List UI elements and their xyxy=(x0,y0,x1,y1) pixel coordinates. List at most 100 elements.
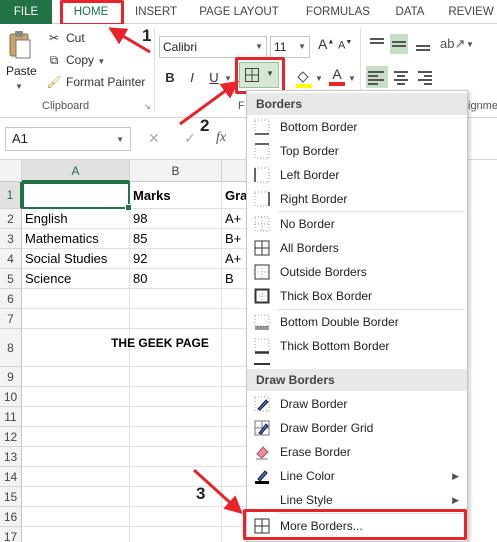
cell-b1[interactable]: Marks xyxy=(130,182,222,209)
grid-cell[interactable] xyxy=(22,309,130,329)
cut-button[interactable]: ✂ Cut xyxy=(46,28,85,48)
row-header[interactable]: 17 xyxy=(0,527,22,542)
format-painter-button[interactable]: 🖌 Format Painter xyxy=(46,72,145,92)
row-header[interactable]: 6 xyxy=(0,289,22,309)
grid-cell[interactable] xyxy=(130,527,222,542)
align-center-icon[interactable] xyxy=(392,70,410,86)
font-color-dropdown-icon[interactable]: ▼ xyxy=(348,74,356,83)
grid-cell[interactable] xyxy=(22,289,130,309)
row-header[interactable]: 9 xyxy=(0,367,22,387)
row-header[interactable]: 10 xyxy=(0,387,22,407)
row-header[interactable]: 15 xyxy=(0,487,22,507)
select-all-corner[interactable] xyxy=(0,160,22,182)
grid-cell[interactable] xyxy=(22,367,130,387)
grid-cell[interactable] xyxy=(130,289,222,309)
grid-cell[interactable] xyxy=(22,467,130,487)
cell-b4[interactable]: 92 xyxy=(130,249,222,269)
cancel-icon[interactable]: ✕ xyxy=(148,130,160,147)
row-header[interactable]: 5 xyxy=(0,269,22,289)
insert-function-icon[interactable]: fx xyxy=(216,130,226,146)
row-header[interactable]: 16 xyxy=(0,507,22,527)
grid-cell[interactable] xyxy=(22,387,130,407)
copy-dropdown-icon[interactable]: ▼ xyxy=(97,57,105,66)
menu-item-thick-bottom-border[interactable]: Thick Bottom Border xyxy=(247,334,467,358)
copy-button[interactable]: ⧉ Copy ▼ xyxy=(46,50,106,70)
grid-cell[interactable] xyxy=(130,407,222,427)
align-middle-icon[interactable] xyxy=(390,34,408,54)
align-left-icon[interactable] xyxy=(366,66,388,88)
grid-cell[interactable] xyxy=(130,427,222,447)
cell-a5[interactable]: Science xyxy=(22,269,130,289)
italic-button[interactable]: I xyxy=(182,68,202,88)
grid-cell[interactable] xyxy=(22,507,130,527)
font-name-box[interactable]: Calibri ▼ xyxy=(159,36,267,58)
menu-item-top-border[interactable]: Top Border xyxy=(247,139,467,163)
grid-cell[interactable] xyxy=(130,387,222,407)
row-header[interactable]: 12 xyxy=(0,427,22,447)
underline-button[interactable]: U xyxy=(204,68,224,88)
tab-file[interactable]: FILE xyxy=(0,0,52,24)
paste-icon[interactable] xyxy=(8,30,32,60)
grid-cell[interactable] xyxy=(130,309,222,329)
tab-review[interactable]: REVIEW xyxy=(446,0,496,24)
grid-cell[interactable] xyxy=(130,367,222,387)
align-top-icon[interactable] xyxy=(368,36,386,52)
orientation-icon[interactable]: ab↗ xyxy=(440,36,465,52)
font-color-icon[interactable]: A xyxy=(328,66,346,88)
grid-cell[interactable] xyxy=(22,487,130,507)
cell-b2[interactable]: 98 xyxy=(130,209,222,229)
menu-item-outside-borders[interactable]: Outside Borders xyxy=(247,260,467,284)
grid-cell[interactable] xyxy=(22,447,130,467)
active-cell-a1[interactable] xyxy=(22,182,132,211)
row-header[interactable]: 7 xyxy=(0,309,22,329)
menu-item-bottom-double-border[interactable]: Bottom Double Border xyxy=(247,310,467,334)
cell-b5[interactable]: 80 xyxy=(130,269,222,289)
grid-cell[interactable] xyxy=(22,407,130,427)
column-header-b[interactable]: B xyxy=(130,160,222,182)
menu-item-all-borders[interactable]: All Borders xyxy=(247,236,467,260)
cell-a4[interactable]: Social Studies xyxy=(22,249,130,269)
underline-dropdown-icon[interactable]: ▼ xyxy=(224,74,232,83)
cell-a2[interactable]: English xyxy=(22,209,130,229)
dialog-launcher-icon[interactable]: ↘ xyxy=(144,102,151,111)
menu-item-thick-box-border[interactable]: Thick Box Border xyxy=(247,284,467,308)
row-header[interactable]: 1 xyxy=(0,182,22,209)
paste-dropdown-icon[interactable]: ▼ xyxy=(15,82,23,91)
font-size-box[interactable]: 11 ▼ xyxy=(270,36,310,58)
enter-icon[interactable]: ✓ xyxy=(184,130,196,147)
fill-color-icon[interactable] xyxy=(294,68,314,88)
row-header[interactable]: 3 xyxy=(0,229,22,249)
merged-title-cell[interactable]: THE GEEK PAGE xyxy=(100,336,220,350)
tab-data[interactable]: DATA xyxy=(388,0,432,24)
tab-formulas[interactable]: FORMULAS xyxy=(300,0,376,24)
cell-b3[interactable]: 85 xyxy=(130,229,222,249)
grid-cell[interactable] xyxy=(130,447,222,467)
menu-item-erase-border[interactable]: Erase Border xyxy=(247,440,467,464)
menu-item-left-border[interactable]: Left Border xyxy=(247,163,467,187)
tab-insert[interactable]: INSERT xyxy=(130,0,182,24)
row-header[interactable]: 8 xyxy=(0,329,22,367)
name-box[interactable]: A1 ▼ xyxy=(5,127,131,151)
grid-cell[interactable] xyxy=(22,427,130,447)
menu-item-right-border[interactable]: Right Border xyxy=(247,187,467,211)
menu-item-line-color[interactable]: Line Color ▶ xyxy=(247,464,467,488)
increase-font-icon[interactable]: A▲ xyxy=(318,36,334,52)
row-header[interactable]: 11 xyxy=(0,407,22,427)
menu-item-draw-border[interactable]: Draw Border xyxy=(247,392,467,416)
row-header[interactable]: 13 xyxy=(0,447,22,467)
paste-button[interactable]: Paste xyxy=(6,64,37,78)
align-bottom-icon[interactable] xyxy=(414,36,432,52)
menu-item-no-border[interactable]: No Border xyxy=(247,212,467,236)
row-header[interactable]: 14 xyxy=(0,467,22,487)
fill-dropdown-icon[interactable]: ▼ xyxy=(315,74,323,83)
tab-page-layout[interactable]: PAGE LAYOUT xyxy=(196,0,282,24)
grid-cell[interactable] xyxy=(22,527,130,542)
row-header[interactable]: 4 xyxy=(0,249,22,269)
bold-button[interactable]: B xyxy=(160,68,180,88)
align-right-icon[interactable] xyxy=(416,70,434,86)
grid-cell[interactable] xyxy=(130,507,222,527)
menu-item-draw-border-grid[interactable]: Draw Border Grid xyxy=(247,416,467,440)
grid-cell[interactable] xyxy=(130,467,222,487)
menu-item-bottom-border[interactable]: Bottom Border xyxy=(247,115,467,139)
grid-cell[interactable] xyxy=(130,487,222,507)
